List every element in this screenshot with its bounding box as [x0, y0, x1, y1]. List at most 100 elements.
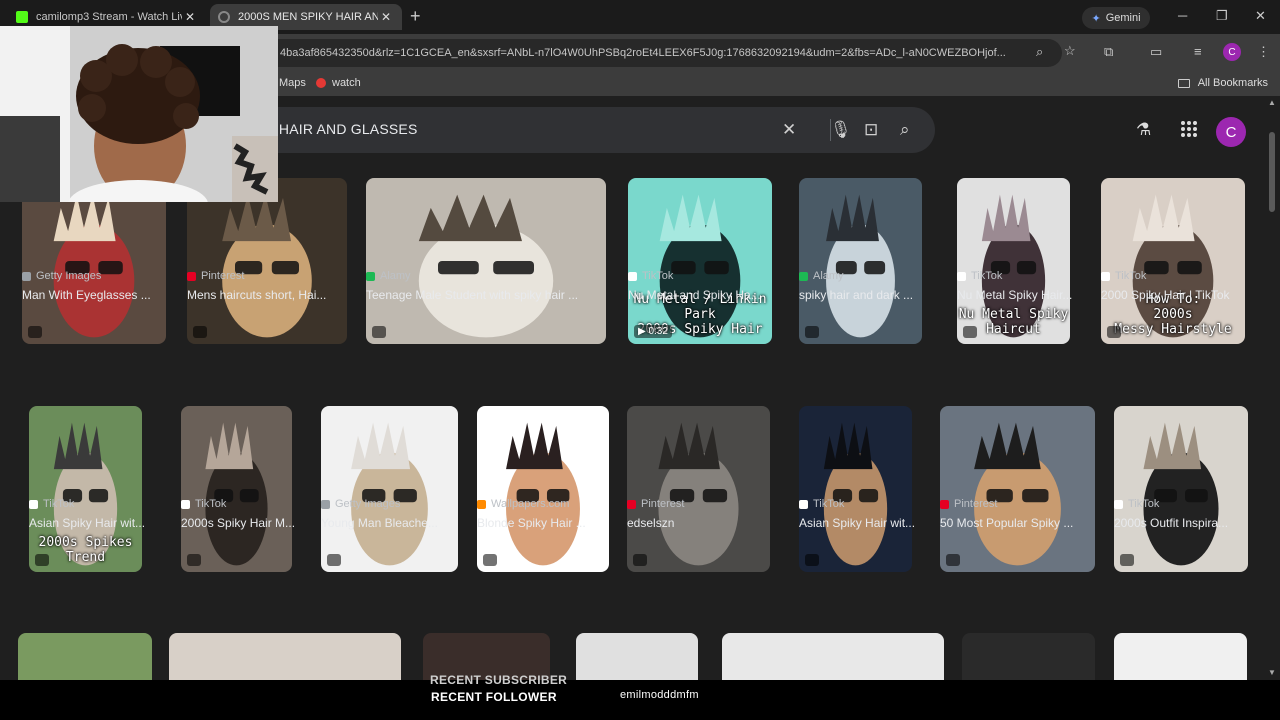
result-source[interactable]: Getty Images [22, 270, 101, 282]
result-title[interactable]: Asian Spiky Hair wit... [799, 516, 949, 530]
result-title[interactable]: Blonde Spiky Hair ... [477, 516, 627, 530]
result-title[interactable]: 50 Most Popular Spiky ... [940, 516, 1095, 530]
apps-grid-icon[interactable] [1181, 121, 1197, 137]
minimize-icon[interactable]: ─ [1178, 8, 1187, 23]
search-box[interactable]: KY HAIR AND GLASSES ✕ 🎙 ⊡ ⌕ [230, 107, 935, 153]
maximize-icon[interactable]: ❐ [1216, 8, 1228, 24]
bookmark-watch[interactable]: watch [316, 77, 361, 89]
result-title[interactable]: 2000 Spiky Hair | TikTok [1101, 288, 1251, 302]
source-name: TikTok [1115, 270, 1147, 282]
result-title[interactable]: Nu Metal and Spiky Ha... [628, 288, 778, 302]
result-thumbnail[interactable] [18, 633, 152, 680]
new-tab-icon[interactable]: + [410, 6, 421, 27]
result-thumbnail[interactable] [187, 178, 347, 344]
account-avatar[interactable]: C [1216, 117, 1246, 147]
source-favicon-icon [957, 271, 966, 281]
all-bookmarks[interactable]: All Bookmarks [1177, 77, 1268, 89]
source-name: Alamy [380, 270, 411, 282]
result-title[interactable]: Teenage Male Student with spiky hair ... [366, 288, 606, 302]
result-source[interactable]: Pinterest [940, 498, 997, 510]
search-icon[interactable]: ⌕ [900, 120, 910, 140]
result-source[interactable]: Alamy [366, 270, 411, 282]
result-source[interactable]: TikTok [1101, 270, 1146, 282]
media-type-icon [805, 554, 819, 566]
gemini-icon: ✦ [1091, 12, 1101, 25]
source-favicon-icon [1101, 271, 1110, 281]
clear-icon[interactable]: ✕ [782, 120, 796, 140]
result-thumbnail[interactable]: How To: 2000s Messy Hairstyle [1101, 178, 1245, 344]
result-thumbnail[interactable]: Nu Metal Spiky Haircut [957, 178, 1070, 344]
result-source[interactable]: TikTok [799, 498, 844, 510]
profile-avatar[interactable]: C [1223, 43, 1241, 61]
webcam-image [0, 26, 278, 202]
close-tab-icon[interactable]: ✕ [182, 10, 198, 24]
scrollbar-thumb[interactable] [1269, 132, 1275, 212]
result-thumbnail[interactable] [722, 633, 944, 680]
search-query[interactable]: KY HAIR AND GLASSES [256, 121, 418, 137]
result-thumbnail[interactable] [627, 406, 770, 572]
result-thumbnail[interactable] [799, 178, 922, 344]
result-title[interactable]: Young Man Bleache... [321, 516, 471, 530]
result-thumbnail[interactable] [576, 633, 698, 680]
result-title[interactable]: Man With Eyeglasses ... [22, 288, 172, 302]
result-thumbnail[interactable] [799, 406, 912, 572]
close-window-icon[interactable]: ✕ [1255, 8, 1266, 24]
result-title[interactable]: 2000s Spiky Hair M... [181, 516, 331, 530]
result-source[interactable]: TikTok [628, 270, 673, 282]
result-thumbnail[interactable] [1114, 633, 1247, 680]
result-title[interactable]: Asian Spiky Hair wit... [29, 516, 179, 530]
youtube-icon [316, 78, 326, 88]
bookmark-maps[interactable]: Maps [279, 77, 306, 89]
all-bookmarks-label: All Bookmarks [1197, 77, 1268, 89]
bookmark-star-icon[interactable]: ☆ [1064, 43, 1076, 59]
result-source[interactable]: TikTok [957, 270, 1002, 282]
extensions-icon[interactable]: ⧉ [1104, 44, 1113, 60]
result-thumbnail[interactable] [477, 406, 609, 572]
result-source[interactable]: Pinterest [187, 270, 244, 282]
result-source[interactable]: TikTok [29, 498, 74, 510]
thumbnail-image [940, 406, 1095, 572]
result-title[interactable]: Mens haircuts short, Hai... [187, 288, 347, 302]
address-bar[interactable]: 4ba3af865432350d&rlz=1C1GCEA_en&sxsrf=AN… [200, 39, 1062, 67]
stream-alert-bar: RECENT SUBSCRIBER RECENT FOLLOWER emilmo… [0, 673, 1280, 720]
result-thumbnail[interactable] [321, 406, 458, 572]
result-thumbnail[interactable] [1114, 406, 1248, 572]
source-favicon-icon [799, 271, 808, 281]
bookmark-label: watch [332, 77, 361, 89]
media-type-icon [327, 554, 341, 566]
thumbnail-image [799, 406, 912, 572]
scroll-up-icon[interactable]: ▲ [1268, 98, 1276, 107]
gemini-button[interactable]: ✦ Gemini [1082, 7, 1150, 29]
mic-icon[interactable]: 🎙 [830, 120, 852, 140]
result-thumbnail[interactable] [366, 178, 606, 344]
result-title[interactable]: Nu Metal Spiky Hair... [957, 288, 1107, 302]
media-controls-icon[interactable]: ≡ [1194, 44, 1202, 59]
zoom-icon[interactable]: ⌕ [1036, 44, 1043, 60]
url-text: 4ba3af865432350d&rlz=1C1GCEA_en&sxsrf=AN… [280, 47, 1006, 59]
labs-flask-icon[interactable]: ⚗ [1136, 120, 1151, 140]
source-favicon-icon [628, 271, 637, 281]
result-source[interactable]: Pinterest [627, 498, 684, 510]
result-source[interactable]: TikTok [1114, 498, 1159, 510]
tab-title: 2000S MEN SPIKY HAIR AND GLASSES [238, 11, 378, 23]
lens-icon[interactable]: ⊡ [864, 120, 878, 140]
result-title[interactable]: 2000s Outfit Inspira... [1114, 516, 1264, 530]
result-source[interactable]: Wallpapers.com [477, 498, 569, 510]
result-source[interactable]: Alamy [799, 270, 844, 282]
result-thumbnail[interactable] [169, 633, 401, 680]
result-title[interactable]: edselszn [627, 516, 777, 530]
result-thumbnail[interactable] [940, 406, 1095, 572]
result-title[interactable]: spiky hair and dark ... [799, 288, 949, 302]
result-thumbnail[interactable]: Nu Metal / Linkin Park 2000s Spiky Hair▶… [628, 178, 772, 344]
source-favicon-icon [22, 271, 31, 281]
more-menu-icon[interactable]: ⋮ [1257, 44, 1270, 60]
result-thumbnail[interactable] [22, 178, 166, 344]
cast-icon[interactable]: ▭ [1150, 44, 1162, 60]
result-thumbnail[interactable] [181, 406, 292, 572]
result-thumbnail[interactable] [962, 633, 1095, 680]
scroll-down-icon[interactable]: ▼ [1268, 668, 1276, 677]
result-source[interactable]: Getty Images [321, 498, 400, 510]
result-thumbnail[interactable]: 2000s Spikes Trend [29, 406, 142, 572]
close-tab-icon[interactable]: ✕ [378, 10, 394, 24]
result-source[interactable]: TikTok [181, 498, 226, 510]
